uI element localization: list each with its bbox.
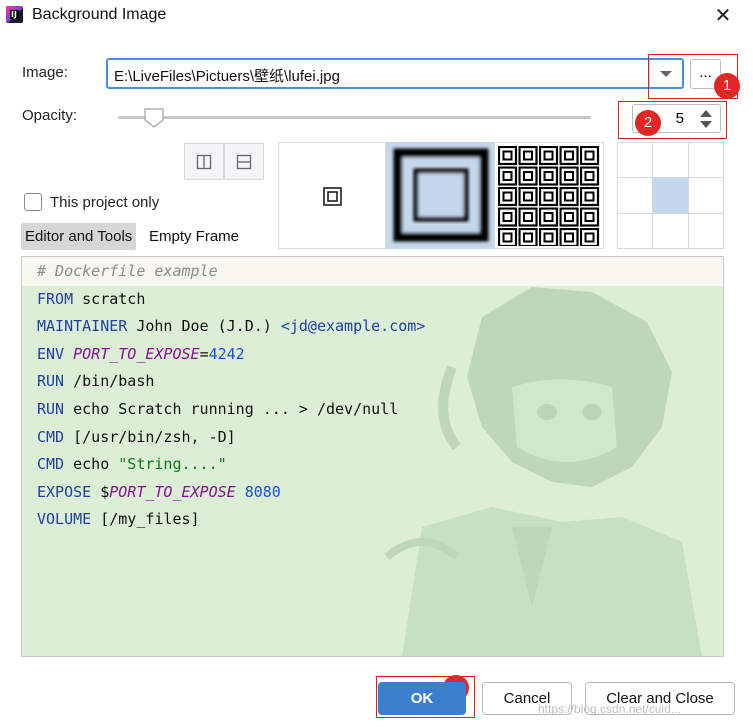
placement-bottom-left[interactable] [618, 213, 653, 248]
code-line: RUN echo Scratch running ... > /dev/null [37, 400, 399, 418]
annotation-badge-2: 2 [635, 110, 661, 136]
code-line: CMD echo "String...." [37, 455, 227, 474]
fill-mode-scale[interactable] [386, 142, 494, 249]
fill-mode-tile[interactable] [494, 142, 604, 249]
code-line: MAINTAINER John Doe (J.D.) <jd@example.c… [37, 317, 426, 336]
title-bar: IJ Background Image ✕ [0, 0, 753, 32]
preview-editor: # Dockerfile example FROM scratch MAINTAIN… [21, 256, 724, 657]
placement-middle-left[interactable] [618, 178, 653, 213]
image-label: Image: [22, 64, 68, 81]
placement-top-center[interactable] [653, 143, 688, 178]
code-line: # Dockerfile example [37, 262, 218, 280]
split-horizontal-icon [236, 154, 252, 169]
tab-empty-frame[interactable]: Empty Frame [145, 223, 243, 250]
code-line: CMD [/usr/bin/zsh, -D] [37, 427, 236, 446]
code-line: VOLUME [/my_files] [37, 510, 200, 529]
large-square-icon [393, 148, 489, 242]
flip-horizontal-button[interactable] [184, 143, 224, 180]
opacity-label: Opacity: [22, 107, 78, 124]
code-line: ENV PORT_TO_EXPOSE=4242 [37, 344, 245, 363]
opacity-slider-thumb[interactable] [143, 107, 165, 129]
tile-pattern-icon [498, 146, 600, 246]
intellij-logo-icon: IJ [6, 6, 23, 23]
annotation-badge-1: 1 [714, 73, 740, 99]
placement-bottom-right[interactable] [688, 213, 723, 248]
image-path-value[interactable]: E:\LiveFiles\Pictuers\壁纸\lufei.jpg [114, 65, 340, 86]
tab-editor-and-tools[interactable]: Editor and Tools [21, 223, 137, 250]
dialog-title: Background Image [32, 6, 167, 23]
fill-mode-center-small[interactable] [278, 142, 386, 249]
project-only-checkbox[interactable] [24, 193, 42, 211]
opacity-slider-track[interactable] [118, 116, 591, 119]
project-only-label[interactable]: This project only [50, 194, 159, 211]
code-line: RUN /bin/bash [37, 372, 155, 391]
placement-top-right[interactable] [688, 143, 723, 178]
code-line: FROM scratch [37, 289, 146, 308]
watermark-text: https://blog.csdn.net/cuid... [538, 702, 681, 716]
split-vertical-icon [196, 154, 212, 169]
flip-vertical-button[interactable] [224, 143, 264, 180]
app-icon-text: IJ [11, 10, 17, 19]
placement-center[interactable] [653, 178, 688, 213]
image-path-combobox[interactable]: E:\LiveFiles\Pictuers\壁纸\lufei.jpg [106, 58, 684, 89]
ok-button[interactable]: OK [378, 682, 466, 715]
small-square-icon [323, 187, 342, 206]
close-icon[interactable]: ✕ [712, 4, 734, 26]
placement-middle-right[interactable] [688, 178, 723, 213]
placement-grid[interactable] [617, 142, 724, 249]
code-line: EXPOSE $PORT_TO_EXPOSE 8080 [37, 482, 281, 501]
placement-top-left[interactable] [618, 143, 653, 178]
placement-bottom-center[interactable] [653, 213, 688, 248]
